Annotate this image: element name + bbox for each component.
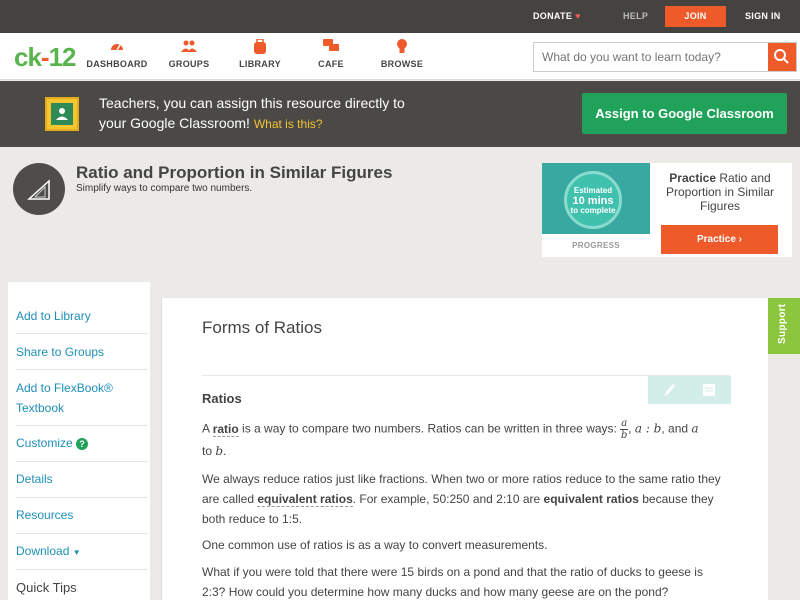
lightbulb-icon <box>367 39 437 55</box>
ratio-term-link[interactable]: ratio <box>212 421 239 437</box>
practice-button[interactable]: Practice › <box>661 225 778 254</box>
help-link[interactable]: HELP <box>623 11 648 21</box>
search-input[interactable] <box>534 43 768 71</box>
lesson-content: Forms of Ratios Ratios A ratio is a way … <box>161 298 768 600</box>
support-tab[interactable]: Support <box>768 298 800 354</box>
fraction-a-over-b: ab <box>620 418 629 441</box>
equivalent-ratios-term-link[interactable]: equivalent ratios <box>257 492 353 507</box>
paragraph-question: What if you were told that there were 15… <box>202 565 703 599</box>
search-button[interactable] <box>768 43 796 71</box>
section-title: Forms of Ratios <box>202 318 322 337</box>
sidebar-download[interactable]: Download ▼ <box>16 541 147 570</box>
page-subtitle: Simplify ways to compare two numbers. <box>76 183 253 194</box>
search-box <box>533 42 797 72</box>
caret-down-icon: ▼ <box>72 548 81 557</box>
sidebar-add-to-library[interactable]: Add to Library <box>16 306 147 334</box>
nav-dashboard[interactable]: DASHBOARD <box>82 39 152 69</box>
heart-icon: ♥ <box>575 11 581 21</box>
chat-bubbles-icon <box>296 39 366 55</box>
paragraph-conversion: One common use of ratios is as a way to … <box>202 538 548 552</box>
sidebar-details[interactable]: Details <box>16 469 147 498</box>
ratios-heading: Ratios <box>202 391 242 406</box>
search-icon <box>774 49 789 64</box>
donate-link[interactable]: DONATE ♥ <box>533 11 581 21</box>
paragraph-equivalent-ratios: We always reduce ratios just like fracti… <box>202 472 721 526</box>
assign-google-classroom-button[interactable]: Assign to Google Classroom <box>582 93 787 134</box>
sign-in-link[interactable]: SIGN IN <box>745 11 781 21</box>
page-title: Ratio and Proportion in Similar Figures <box>76 163 393 182</box>
people-icon <box>154 39 224 55</box>
sidebar-add-to-flexbook[interactable]: Add to FlexBook® Textbook <box>16 378 147 426</box>
google-classroom-icon <box>45 97 79 131</box>
google-classroom-banner: Teachers, you can assign this resource d… <box>0 81 800 147</box>
practice-description: Practice Ratio and Proportion in Similar… <box>665 171 775 213</box>
progress-label: PROGRESS <box>572 241 620 250</box>
nav-browse[interactable]: BROWSE <box>367 39 437 69</box>
ck12-logo[interactable]: ck-12 <box>14 42 77 73</box>
top-bar: DONATE ♥ HELP JOIN SIGN IN <box>0 0 800 33</box>
main-nav: ck-12 DASHBOARD GROUPS LIBRARY CAFE BROW… <box>0 33 800 80</box>
sidebar-share-to-groups[interactable]: Share to Groups <box>16 342 147 370</box>
time-estimate-badge: Estimated 10 mins to complete <box>564 171 622 229</box>
quick-tips-heading: Quick Tips <box>16 580 77 595</box>
backpack-icon <box>225 38 295 55</box>
help-question-icon[interactable]: ? <box>76 438 89 450</box>
gauge-icon <box>82 39 152 55</box>
practice-image: Estimated 10 mins to complete <box>542 163 650 234</box>
sidebar-resources[interactable]: Resources <box>16 505 147 534</box>
nav-cafe[interactable]: CAFE <box>296 39 366 69</box>
sidebar: Add to Library Share to Groups Add to Fl… <box>8 282 150 600</box>
nav-groups[interactable]: GROUPS <box>154 39 224 69</box>
sidebar-customize[interactable]: Customize ? <box>16 433 147 462</box>
notes-icon[interactable] <box>702 382 716 398</box>
pencil-icon[interactable] <box>662 382 676 398</box>
join-button[interactable]: JOIN <box>665 6 726 27</box>
what-is-this-link[interactable]: What is this? <box>254 117 323 131</box>
practice-card: Estimated 10 mins to complete PROGRESS P… <box>542 163 792 257</box>
nav-library[interactable]: LIBRARY <box>225 38 295 69</box>
chevron-right-icon: › <box>738 234 743 245</box>
paragraph-ratio-definition: A ratio is a way to compare two numbers.… <box>202 418 699 458</box>
similar-figures-icon <box>13 163 65 215</box>
banner-message: Teachers, you can assign this resource d… <box>99 95 405 131</box>
content-toolbar <box>648 376 731 404</box>
